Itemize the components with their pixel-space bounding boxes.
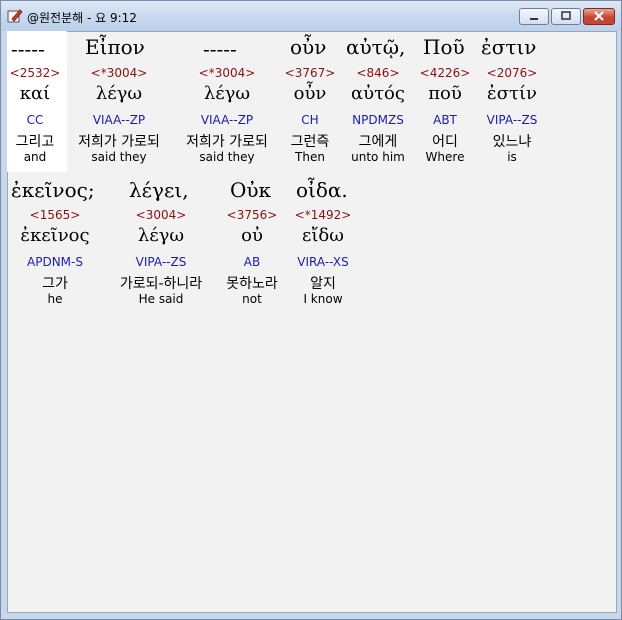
english-gloss: said they [199, 150, 255, 164]
maximize-button[interactable] [551, 8, 581, 25]
close-button[interactable] [583, 8, 615, 25]
strong-number: <*3004> [90, 66, 148, 80]
parsing-code: VIRA--XS [297, 255, 349, 269]
greek-word: ----- [11, 37, 45, 61]
strong-number: <2532> [9, 66, 61, 80]
greek-word: Εἶπον [85, 35, 145, 59]
window-title: @원전분해 - 요 9:12 [27, 11, 137, 25]
lemma: λέγω [137, 225, 185, 246]
english-gloss: Then [295, 150, 325, 164]
parsing-code: AB [243, 255, 261, 269]
parsing-code: CH [301, 113, 319, 127]
english-gloss: he [47, 292, 63, 306]
strong-number: <1565> [29, 208, 81, 222]
parsing-code: VIPA--ZS [486, 113, 538, 127]
lemma: ἐστίν [487, 83, 537, 104]
strong-number: <4226> [419, 66, 471, 80]
english-gloss: I know [303, 292, 343, 306]
close-icon [594, 11, 604, 21]
strong-number: <2076> [486, 66, 538, 80]
strong-number: <*3004> [198, 66, 256, 80]
korean-gloss: 있느냐 [492, 134, 532, 150]
greek-word: λέγει, [129, 178, 189, 202]
lemma: λέγω [203, 83, 251, 104]
greek-word: αὐτῷ, [346, 35, 406, 59]
strong-number: <*1492> [294, 208, 352, 222]
korean-gloss: 가로되-하니라 [119, 276, 203, 292]
lemma: εἴδω [302, 225, 344, 246]
english-gloss: is [507, 150, 517, 164]
parsing-code: VIAA--ZP [200, 113, 254, 127]
lemma: ποῦ [428, 83, 462, 104]
english-gloss: said they [91, 150, 147, 164]
korean-gloss: 그런즉 [290, 134, 330, 150]
parsing-code: CC [26, 113, 44, 127]
english-gloss: Where [425, 150, 465, 164]
greek-word: Ποῦ [423, 35, 465, 59]
lemma: λέγω [95, 83, 143, 104]
parsing-code: APDNM-S [27, 255, 83, 269]
korean-gloss: 그리고 [15, 134, 55, 150]
english-gloss: not [242, 292, 262, 306]
lemma: οὖν [293, 83, 327, 104]
maximize-icon [561, 11, 571, 20]
greek-word: οὖν [290, 35, 327, 59]
korean-gloss: 어디 [432, 134, 458, 150]
lemma: οὐ [241, 225, 263, 246]
app-window: @원전분해 - 요 9:12 ----- <2532> καί CC 그리고 a… [0, 0, 622, 620]
strong-number: <3767> [284, 66, 336, 80]
minimize-icon [530, 18, 538, 20]
strong-number: <3004> [135, 208, 187, 222]
korean-gloss: 그가 [42, 276, 68, 292]
greek-word: ἐκεῖνος; [11, 178, 95, 202]
title-bar[interactable]: @원전분해 - 요 9:12 [1, 1, 621, 31]
parsing-code: ABT [433, 113, 457, 127]
english-gloss: He said [138, 292, 184, 306]
korean-gloss: 저희가 가로되 [186, 134, 268, 150]
greek-word: ----- [203, 37, 237, 61]
greek-word: Οὐκ [230, 178, 272, 202]
greek-word: ἐστιν [481, 35, 537, 59]
minimize-button[interactable] [519, 8, 549, 25]
english-gloss: unto him [351, 150, 405, 164]
greek-word: οἶδα. [296, 178, 348, 202]
strong-number: <3756> [226, 208, 278, 222]
app-icon [7, 9, 23, 23]
korean-gloss: 못하노라 [226, 276, 278, 292]
lemma: καί [19, 83, 51, 104]
korean-gloss: 그에게 [358, 134, 398, 150]
strong-number: <846> [356, 66, 400, 80]
parsing-code: VIPA--ZS [135, 255, 187, 269]
parsing-code: NPDMZS [352, 113, 404, 127]
english-gloss: and [23, 150, 47, 164]
korean-gloss: 저희가 가로되 [78, 134, 160, 150]
parsing-code: VIAA--ZP [92, 113, 146, 127]
korean-gloss: 알지 [310, 276, 336, 292]
lemma: ἐκεῖνος [20, 225, 90, 246]
lemma: αὐτός [351, 83, 405, 104]
